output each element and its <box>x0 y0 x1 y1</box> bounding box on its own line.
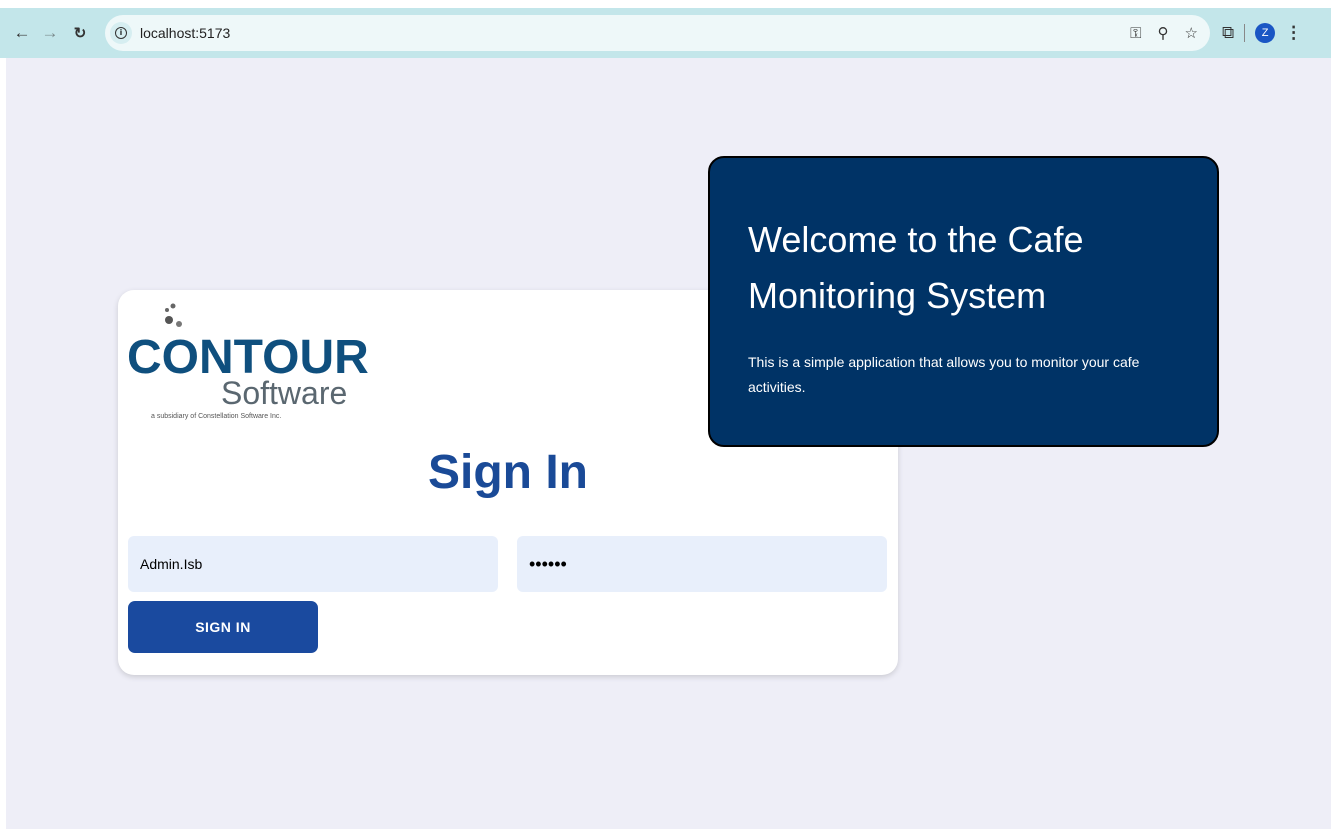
browser-toolbar: ← → ↻ i localhost:5173 ⚿ ⚲ ☆ ⧉ Z ⋮ <box>0 8 1331 58</box>
zoom-icon[interactable]: ⚲ <box>1158 24 1169 42</box>
page-title: Sign In <box>428 446 588 499</box>
logo-tagline: a subsidiary of Constellation Software I… <box>151 413 282 420</box>
toolbar-divider <box>1244 24 1246 42</box>
password-field[interactable] <box>517 536 887 592</box>
address-bar[interactable]: i localhost:5173 ⚿ ⚲ ☆ <box>105 15 1210 51</box>
page-background: CONTOUR Software a subsidiary of Constel… <box>6 58 1331 829</box>
signin-button[interactable]: SIGN IN <box>128 601 318 653</box>
site-info-icon[interactable]: i <box>110 22 132 44</box>
url-text[interactable]: localhost:5173 <box>140 25 230 41</box>
reload-icon[interactable]: ↻ <box>68 21 92 45</box>
forward-arrow-icon[interactable]: → <box>38 21 62 45</box>
username-field[interactable] <box>128 536 498 592</box>
back-arrow-icon[interactable]: ← <box>10 21 34 45</box>
logo-sub-text: Software <box>221 375 348 411</box>
key-icon[interactable]: ⚿ <box>1130 25 1141 42</box>
welcome-title: Welcome to the Cafe Monitoring System <box>748 219 1084 316</box>
star-icon[interactable]: ☆ <box>1185 24 1198 42</box>
company-logo: CONTOUR Software a subsidiary of Constel… <box>127 302 369 427</box>
welcome-panel: Welcome to the Cafe Monitoring System Th… <box>708 156 1219 447</box>
more-menu-icon[interactable]: ⋮ <box>1285 23 1302 43</box>
extensions-icon[interactable]: ⧉ <box>1222 23 1234 43</box>
welcome-description: This is a simple application that allows… <box>748 354 1140 395</box>
profile-avatar[interactable]: Z <box>1255 23 1276 43</box>
